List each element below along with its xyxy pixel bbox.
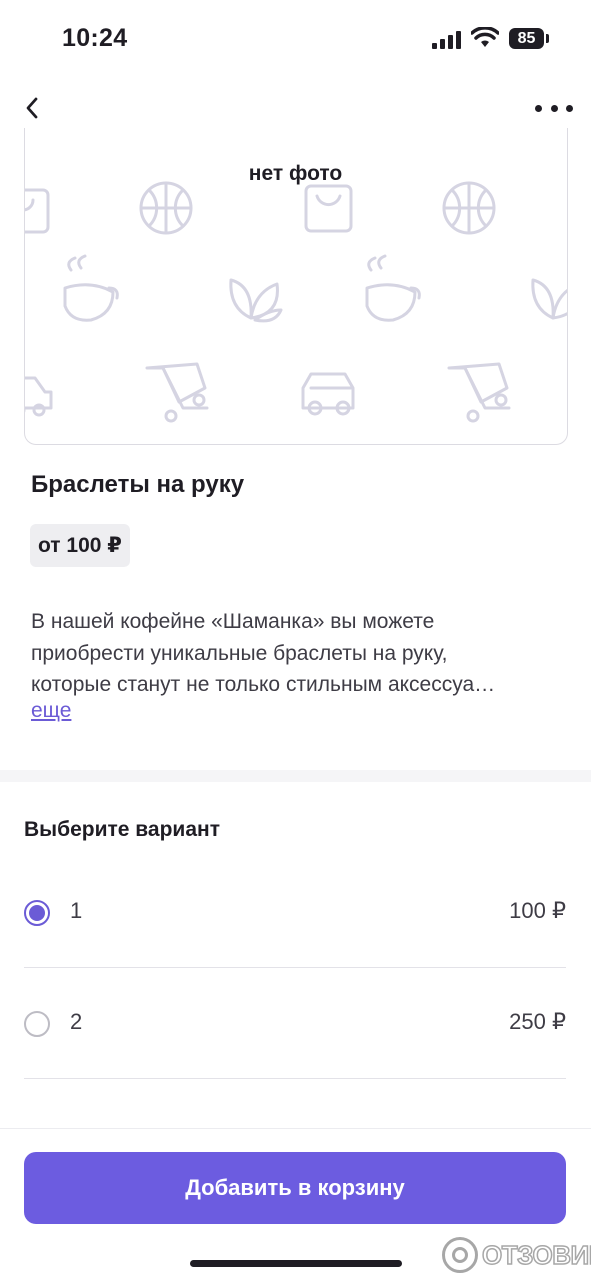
radio-button-selected[interactable] [24, 900, 50, 926]
battery-indicator: 85 [509, 28, 544, 49]
wifi-icon [471, 27, 499, 47]
price-badge: от 100 ₽ [30, 524, 130, 567]
more-dot [566, 104, 573, 112]
more-dot [535, 104, 542, 112]
variant-price: 100 ₽ [509, 898, 566, 923]
shopping-cart-icon [447, 362, 511, 423]
product-title: Браслеты на руку [31, 471, 245, 498]
variant-name: 2 [70, 1009, 83, 1034]
variant-divider [24, 1078, 566, 1079]
bag-icon [304, 184, 353, 233]
car-icon [301, 372, 355, 416]
description-line: которые станут не только стильным аксесс… [31, 673, 496, 696]
variant-option-1[interactable]: 1 100 ₽ [24, 858, 566, 968]
read-more-link[interactable]: еще [31, 699, 71, 723]
description-line: В нашей кофейне «Шаманка» вы можете [31, 610, 435, 633]
coffee-cup-icon [63, 254, 119, 322]
no-photo-label: нет фото [248, 162, 343, 185]
back-button[interactable] [18, 90, 46, 126]
leaf-icon [531, 278, 567, 320]
section-divider [0, 770, 591, 782]
status-bar: 10:24 85 [0, 0, 591, 80]
coffee-cup-icon [365, 254, 421, 322]
watermark-logo-icon [442, 1237, 478, 1273]
leaf-icon [229, 278, 283, 323]
shopping-cart-icon [145, 362, 209, 423]
product-description: В нашей кофейне «Шаманка» вы можете прио… [31, 606, 566, 701]
battery-tip [546, 34, 549, 43]
footer-divider [0, 1128, 591, 1129]
variant-name: 1 [70, 898, 83, 923]
variant-price: 250 ₽ [509, 1009, 566, 1034]
watermark-text: ОТЗОВИК [481, 1239, 591, 1271]
car-icon [25, 376, 53, 417]
variant-divider [24, 967, 566, 968]
variants-heading: Выберите вариант [24, 818, 220, 841]
more-dot [550, 104, 558, 112]
bag-icon [25, 188, 50, 234]
otzovik-watermark: ОТЗОВИК [442, 1237, 591, 1273]
variant-option-2[interactable]: 2 250 ₽ [24, 969, 566, 1079]
home-indicator [190, 1260, 402, 1267]
basketball-icon [442, 181, 496, 235]
radio-button[interactable] [24, 1011, 50, 1037]
more-options-button[interactable] [535, 90, 573, 126]
basketball-icon [139, 181, 193, 235]
cellular-signal-icon [432, 31, 462, 49]
description-line: приобрести уникальные браслеты на руку, [31, 641, 448, 665]
add-to-cart-button[interactable]: Добавить в корзину [24, 1152, 566, 1224]
chevron-left-icon [26, 97, 38, 119]
status-time: 10:24 [62, 24, 128, 52]
